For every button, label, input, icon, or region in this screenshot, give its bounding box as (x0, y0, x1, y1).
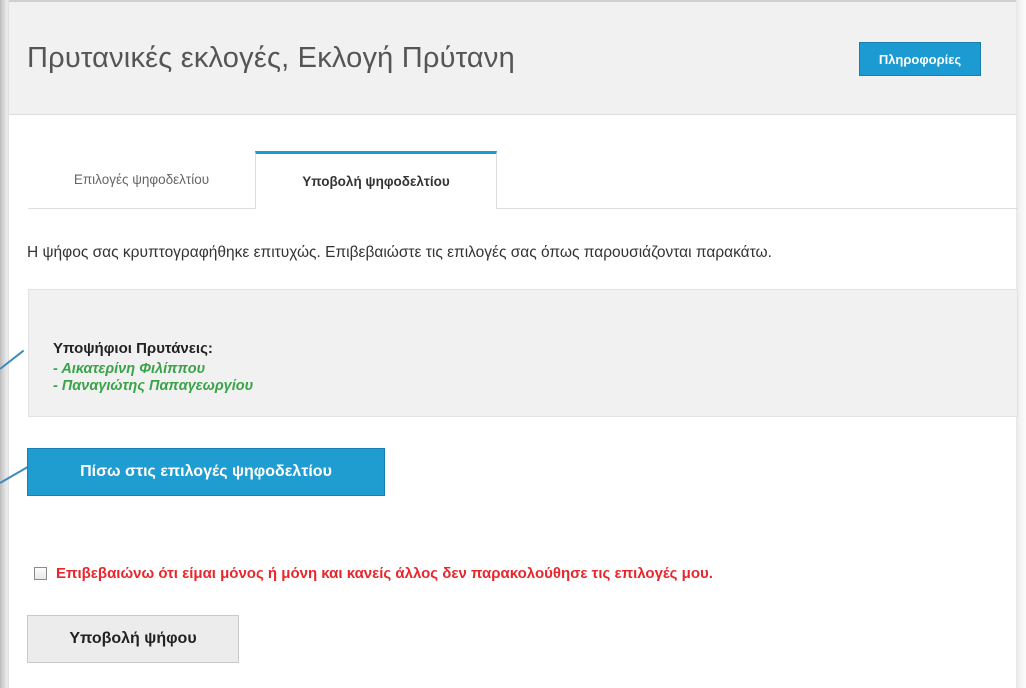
tab-ballot-options[interactable]: Επιλογές ψηφοδελτίου (28, 151, 255, 208)
tab-ballot-submission[interactable]: Υποβολή ψηφοδελτίου (255, 151, 497, 209)
privacy-confirm-label[interactable]: Επιβεβαιώνω ότι είμαι μόνος ή μόνη και κ… (56, 565, 713, 582)
info-button[interactable]: Πληροφορίες (859, 42, 981, 76)
encryption-success-message: Η ψήφος σας κρυπτογραφήθηκε επιτυχώς. Επ… (27, 244, 772, 261)
voting-page: Πρυτανικές εκλογές, Εκλογή Πρύτανη Πληρο… (0, 0, 1026, 688)
privacy-confirm-checkbox[interactable] (34, 567, 47, 580)
window-left-edge (0, 0, 9, 688)
selected-candidate: - Παναγιώτης Παπαγεωργίου (53, 378, 254, 394)
back-to-ballot-button[interactable]: Πίσω στις επιλογές ψηφοδελτίου (27, 448, 385, 496)
page-header: Πρυτανικές εκλογές, Εκλογή Πρύτανη Πληρο… (9, 2, 1016, 115)
summary-question-label: Υποψήφιοι Πρυτάνεις: (53, 340, 213, 357)
selected-candidate: - Αικατερίνη Φιλίππου (53, 361, 206, 377)
privacy-confirmation: Επιβεβαιώνω ότι είμαι μόνος ή μόνη και κ… (34, 565, 713, 582)
submit-vote-button[interactable]: Υποβολή ψήφου (27, 615, 239, 663)
selection-summary: Υποψήφιοι Πρυτάνεις: - Αικατερίνη Φιλίππ… (28, 289, 1018, 417)
page-title: Πρυτανικές εκλογές, Εκλογή Πρύτανη (27, 42, 515, 74)
ballot-tabs: Επιλογές ψηφοδελτίου Υποβολή ψηφοδελτίου (28, 151, 1018, 209)
